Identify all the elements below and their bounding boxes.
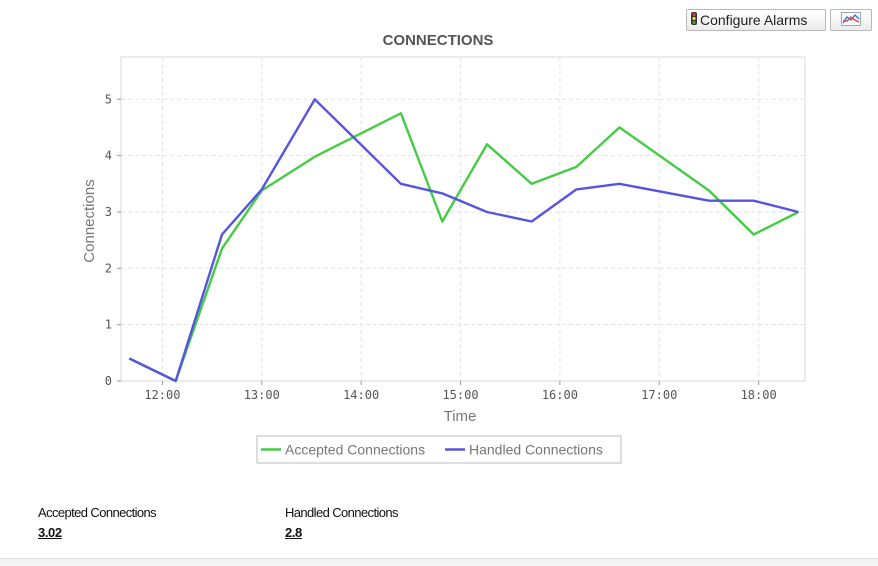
x-tick-label: 17:00: [641, 388, 677, 402]
connections-chart: 0 1 2 3 4 5 12:00 13:00 14:00 15:00 16:00 17:00 18:0…: [0, 0, 878, 470]
y-tick-label: 2: [105, 261, 112, 275]
x-tick-label: 13:00: [244, 388, 280, 402]
summary-label: Accepted Connections: [38, 505, 157, 520]
x-tick-label: 18:00: [741, 388, 777, 402]
x-tick-label: 15:00: [442, 388, 478, 402]
summary-value-link[interactable]: 3.02: [38, 525, 62, 540]
legend-label: Handled Connections: [469, 442, 603, 458]
summary-handled: Handled Connections 2.8: [285, 505, 532, 542]
x-tick-label: 12:00: [144, 388, 180, 402]
summary-value-link[interactable]: 2.8: [285, 525, 302, 540]
chart-title: CONNECTIONS: [383, 32, 494, 49]
plot-area: [120, 56, 806, 382]
chart-svg: 0 1 2 3 4 5 12:00 13:00 14:00 15:00 16:00 17:00 18:0…: [81, 32, 806, 464]
x-tick-label: 16:00: [542, 388, 578, 402]
y-tick-label: 0: [105, 374, 112, 388]
y-tick-label: 5: [105, 92, 112, 106]
legend-label: Accepted Connections: [285, 442, 425, 458]
y-tick-label: 1: [105, 318, 112, 332]
summary-accepted: Accepted Connections 3.02: [38, 505, 285, 542]
y-axis-label: Connections: [81, 179, 98, 262]
y-tick-label: 3: [105, 205, 112, 219]
summary-label: Handled Connections: [285, 505, 399, 520]
y-tick-label: 4: [105, 149, 112, 163]
x-axis-label: Time: [444, 408, 477, 425]
x-tick-label: 14:00: [343, 388, 379, 402]
summary-panel: Accepted Connections 3.02 Handled Connec…: [38, 505, 532, 542]
